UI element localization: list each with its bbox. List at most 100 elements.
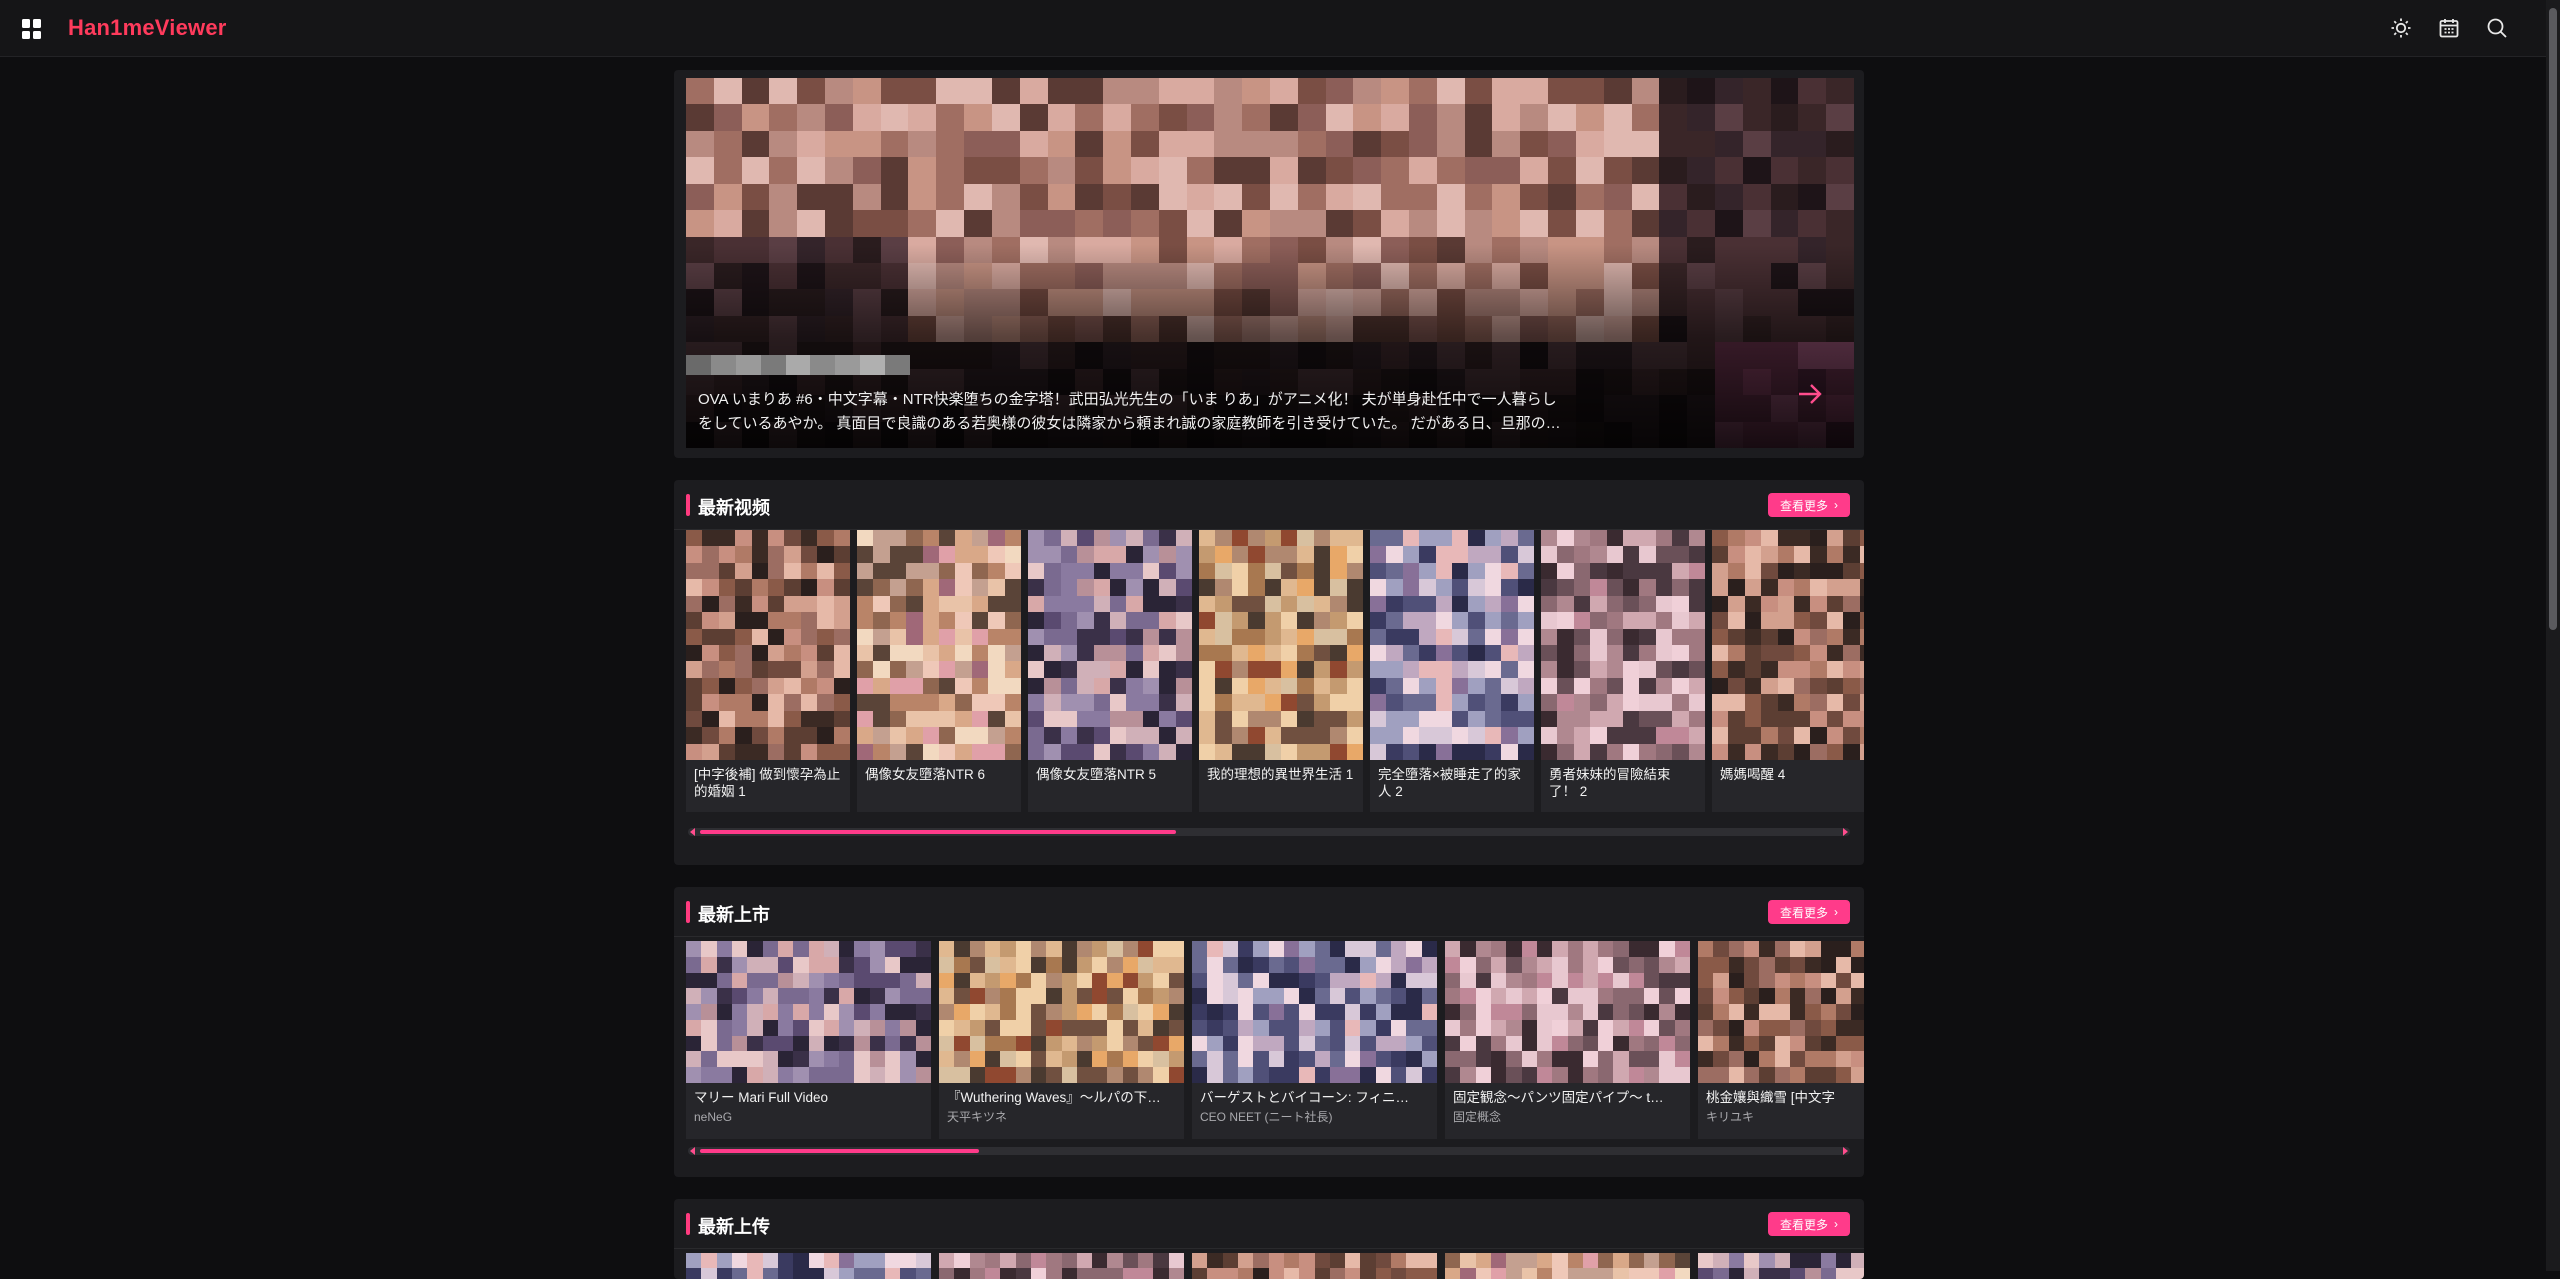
release-card-row[interactable]: マリー Mari Full Video neNeG 『Wuthering Waves…: [674, 937, 1864, 1147]
video-title: 偶像女友墮落NTR 6: [865, 767, 986, 782]
video-caption: 媽媽喝醒 4: [1712, 760, 1864, 812]
section-accent-bar: [686, 494, 690, 516]
banner-description-line: をしているあやか。 真面目で良識のある若奥様の彼女は隣家から頼まれ誠の家庭教師を…: [698, 415, 1561, 432]
horizontal-scrollbar-thumb[interactable]: [700, 830, 1177, 834]
release-thumbnail[interactable]: [686, 941, 931, 1083]
view-more-button[interactable]: 查看更多 ›: [1767, 493, 1850, 517]
upload-thumbnail[interactable]: [1445, 1253, 1690, 1279]
release-caption: 桃金孃與織雪 [中文字 キリユキ: [1698, 1083, 1864, 1139]
section-latest-videos: 最新视频 查看更多 › [中字後補] 做到懷孕為止的婚姻 1 偶像女友墮落NTR 6…: [674, 480, 1864, 865]
banner-description: OVA いまりあ #6・中文字幕・NTR快楽堕ちの金字塔！武田弘光先生の「いま …: [698, 388, 1698, 436]
top-actions: [2388, 15, 2510, 41]
video-card[interactable]: 勇者妹妹的冒險結束了！ 2: [1541, 530, 1705, 828]
release-thumbnail[interactable]: [1192, 941, 1437, 1083]
video-caption: 偶像女友墮落NTR 6: [857, 760, 1021, 812]
release-card[interactable]: バーゲストとバイコーン: フィニ… CEO NEET (ニート社長): [1192, 941, 1437, 1147]
release-title: 『Wuthering Waves』～ルパの下…: [947, 1090, 1161, 1105]
scroll-left-arrow-icon[interactable]: [690, 1147, 695, 1155]
upload-thumbnail[interactable]: [939, 1253, 1184, 1279]
video-thumbnail[interactable]: [1199, 530, 1363, 760]
release-title: マリー Mari Full Video: [694, 1090, 829, 1105]
video-card[interactable]: [中字後補] 做到懷孕為止的婚姻 1: [686, 530, 850, 828]
section-latest-releases: 最新上市 查看更多 › マリー Mari Full Video neNeG 『Wuth…: [674, 887, 1864, 1177]
apps-grid-icon[interactable]: [22, 19, 42, 39]
app-brand-title[interactable]: Han1meViewer: [68, 15, 227, 41]
release-caption: マリー Mari Full Video neNeG: [686, 1083, 931, 1139]
scroll-left-arrow-icon[interactable]: [690, 828, 695, 836]
upload-thumbnail[interactable]: [1192, 1253, 1437, 1279]
page-scrollbar[interactable]: [2546, 0, 2560, 1271]
video-card[interactable]: 完全墮落×被睡走了的家人 2: [1370, 530, 1534, 828]
release-card[interactable]: 桃金孃與織雪 [中文字 キリユキ: [1698, 941, 1864, 1147]
horizontal-scrollbar[interactable]: [688, 1147, 1850, 1155]
upload-thumbnail[interactable]: [686, 1253, 931, 1279]
featured-banner[interactable]: OVA いまりあ #6・中文字幕・NTR快楽堕ちの金字塔！武田弘光先生の「いま …: [674, 70, 1864, 458]
video-title: 勇者妹妹的冒險結束了！ 2: [1549, 767, 1671, 799]
video-title: 我的理想的異世界生活 1: [1207, 767, 1354, 782]
section-header: 最新上传 查看更多 ›: [674, 1199, 1864, 1249]
video-thumbnail[interactable]: [857, 530, 1021, 760]
calendar-icon[interactable]: [2436, 15, 2462, 41]
video-thumbnail[interactable]: [1712, 530, 1864, 760]
video-caption: 勇者妹妹的冒險結束了！ 2: [1541, 760, 1705, 812]
view-more-button[interactable]: 查看更多 ›: [1767, 900, 1850, 924]
section-accent-bar: [686, 1213, 690, 1235]
scroll-right-arrow-icon[interactable]: [1843, 1147, 1848, 1155]
view-more-button[interactable]: 查看更多 ›: [1767, 1212, 1850, 1236]
section-header: 最新上市 查看更多 ›: [674, 887, 1864, 937]
chevron-right-icon: ›: [1834, 498, 1838, 512]
release-author: キリユキ: [1706, 1110, 1755, 1124]
video-title: 偶像女友墮落NTR 5: [1036, 767, 1157, 782]
video-thumbnail[interactable]: [1370, 530, 1534, 760]
video-card[interactable]: 媽媽喝醒 4: [1712, 530, 1864, 828]
video-thumbnail[interactable]: [686, 530, 850, 760]
release-thumbnail[interactable]: [1698, 941, 1864, 1083]
video-caption: 我的理想的異世界生活 1: [1199, 760, 1363, 812]
main-content: OVA いまりあ #6・中文字幕・NTR快楽堕ちの金字塔！武田弘光先生の「いま …: [674, 70, 1864, 1279]
release-title: バーゲストとバイコーン: フィニ…: [1200, 1090, 1410, 1105]
release-card[interactable]: 『Wuthering Waves』～ルパの下… 天平キツネ: [939, 941, 1184, 1147]
view-more-label: 查看更多: [1779, 498, 1828, 513]
arrow-right-icon[interactable]: [1794, 378, 1826, 410]
release-author: 固定概念: [1453, 1110, 1502, 1124]
release-caption: 『Wuthering Waves』～ルパの下… 天平キツネ: [939, 1083, 1184, 1139]
banner-description-line: OVA いまりあ #6・中文字幕・NTR快楽堕ちの金字塔！武田弘光先生の「いま …: [698, 391, 1557, 408]
video-card[interactable]: 偶像女友墮落NTR 5: [1028, 530, 1192, 828]
release-title: 固定観念～パンツ固定パイプ～ t…: [1453, 1090, 1664, 1105]
horizontal-scrollbar[interactable]: [688, 828, 1850, 836]
search-icon[interactable]: [2484, 15, 2510, 41]
section-title: 最新上市: [698, 905, 770, 925]
section-latest-uploads: 最新上传 查看更多 ›: [674, 1199, 1864, 1279]
chevron-right-icon: ›: [1834, 1217, 1838, 1231]
release-caption: 固定観念～パンツ固定パイプ～ t… 固定概念: [1445, 1083, 1690, 1139]
chevron-right-icon: ›: [1834, 905, 1838, 919]
release-card[interactable]: マリー Mari Full Video neNeG: [686, 941, 931, 1147]
scroll-right-arrow-icon[interactable]: [1843, 828, 1848, 836]
section-title: 最新视频: [698, 498, 770, 518]
release-thumbnail[interactable]: [1445, 941, 1690, 1083]
upload-card-row[interactable]: [674, 1249, 1864, 1279]
banner-tag-strip: [686, 355, 910, 375]
release-author: neNeG: [694, 1110, 733, 1124]
video-caption: 完全墮落×被睡走了的家人 2: [1370, 760, 1534, 812]
release-caption: バーゲストとバイコーン: フィニ… CEO NEET (ニート社長): [1192, 1083, 1437, 1139]
video-card[interactable]: 我的理想的異世界生活 1: [1199, 530, 1363, 828]
view-more-label: 查看更多: [1779, 905, 1828, 920]
video-thumbnail[interactable]: [1541, 530, 1705, 760]
video-title: 完全墮落×被睡走了的家人 2: [1378, 767, 1521, 799]
sun-icon[interactable]: [2388, 15, 2414, 41]
release-card[interactable]: 固定観念～パンツ固定パイプ～ t… 固定概念: [1445, 941, 1690, 1147]
section-accent-bar: [686, 901, 690, 923]
release-thumbnail[interactable]: [939, 941, 1184, 1083]
page-scrollbar-thumb[interactable]: [2549, 8, 2557, 630]
video-card-row[interactable]: [中字後補] 做到懷孕為止的婚姻 1 偶像女友墮落NTR 6 偶像女友墮落NTR 5…: [674, 530, 1864, 828]
horizontal-scrollbar-thumb[interactable]: [700, 1149, 979, 1153]
video-thumbnail[interactable]: [1028, 530, 1192, 760]
upload-thumbnail[interactable]: [1698, 1253, 1864, 1279]
video-card[interactable]: 偶像女友墮落NTR 6: [857, 530, 1021, 828]
video-caption: 偶像女友墮落NTR 5: [1028, 760, 1192, 812]
video-caption: [中字後補] 做到懷孕為止的婚姻 1: [686, 760, 850, 812]
release-title: 桃金孃與織雪 [中文字: [1706, 1090, 1836, 1105]
video-title: 媽媽喝醒 4: [1720, 767, 1786, 782]
video-title: [中字後補] 做到懷孕為止的婚姻 1: [694, 767, 841, 799]
